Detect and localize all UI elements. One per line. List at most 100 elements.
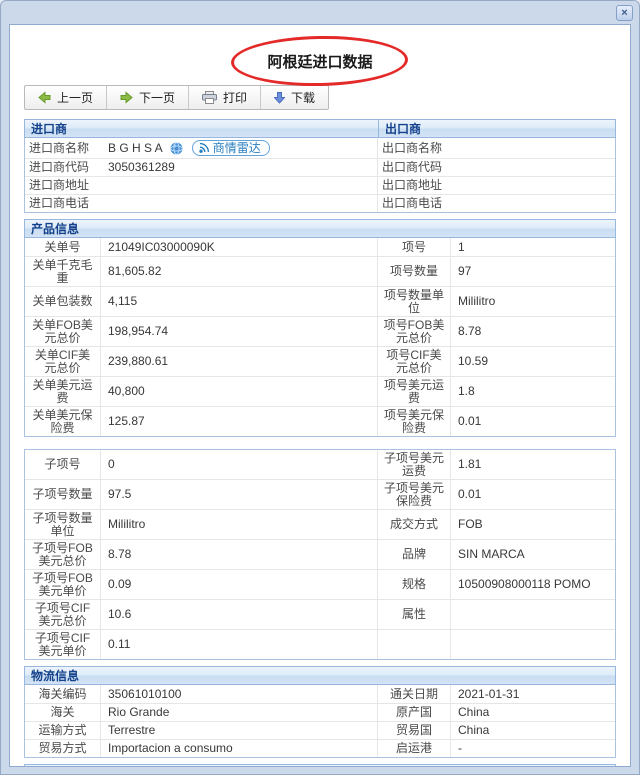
- field-label: 通关日期: [378, 685, 451, 703]
- field-value: 4,115: [101, 287, 378, 316]
- field-label: 启运港: [378, 740, 451, 757]
- table-row: 子项号FOB美元总价 8.78 品牌 SIN MARCA: [25, 539, 615, 569]
- field-label: 关单CIF美元总价: [25, 347, 101, 376]
- field-value: Terrestre: [101, 722, 378, 739]
- field-value: [451, 630, 615, 659]
- toolbar: 上一页 下一页 打印 下载: [24, 85, 330, 110]
- field-value: Mililitro: [101, 510, 378, 539]
- importer-exporter-table: 进口商名称 B G H S A 商情雷达 出口商名称 进口商代码 3050361…: [24, 138, 616, 213]
- table-gap: [24, 437, 616, 449]
- globe-icon[interactable]: [169, 141, 183, 155]
- field-label: 子项号美元保险费: [378, 480, 451, 509]
- field-value: 2021-01-31: [458, 686, 520, 701]
- field-value: B G H S A 商情雷达: [101, 138, 378, 158]
- field-value: 97: [458, 264, 472, 279]
- download-button[interactable]: 下载: [261, 86, 328, 109]
- field-label: 海关编码: [25, 685, 101, 703]
- field-label: 项号数量单位: [378, 287, 451, 316]
- field-value: 10.6: [101, 600, 378, 629]
- importer-exporter-header: 进口商 出口商: [24, 119, 616, 138]
- description-section: 描述 海关编码描述 EN ENVASES DE PESO NETO INFERI…: [24, 764, 616, 766]
- field-value: 0.11: [101, 630, 378, 659]
- field-value: 1: [458, 239, 465, 254]
- table-row: 进口商地址 出口商地址: [25, 176, 615, 194]
- field-value: [451, 138, 615, 158]
- field-value: 97.5: [101, 480, 378, 509]
- content-panel: 阿根廷进口数据 上一页 下一页 打印 下载 进口商 出口商 进口商名称 B G …: [9, 24, 631, 767]
- exporter-header: 出口商: [385, 122, 422, 136]
- field-label: 关单FOB美元总价: [25, 317, 101, 346]
- table-row: 关单美元保险费 125.87 项号美元保险费 0.01: [25, 406, 615, 436]
- product-table-a: 关单号 21049IC03000090K 项号 1 关单千克毛重 81,605.…: [24, 238, 616, 437]
- field-label: 出口商名称: [382, 140, 443, 155]
- field-value: -: [458, 741, 462, 756]
- table-row: 关单千克毛重 81,605.82 项号数量 97: [25, 256, 615, 286]
- close-icon[interactable]: ×: [616, 5, 633, 21]
- field-value: 1.8: [458, 384, 475, 399]
- field-label: 项号数量: [378, 257, 451, 286]
- field-label: 关单美元保险费: [25, 407, 101, 436]
- field-label: 进口商名称: [29, 140, 90, 155]
- dialog-window: × 阿根廷进口数据 上一页 下一页 打印 下载 进口商 出口商 进口商名称 B …: [0, 0, 640, 775]
- importer-header: 进口商: [25, 120, 379, 137]
- field-label: 出口商代码: [382, 160, 443, 175]
- field-value: SIN MARCA: [458, 547, 525, 562]
- field-label: 关单包装数: [25, 287, 101, 316]
- field-label: 子项号CIF美元总价: [25, 600, 101, 629]
- field-label: [378, 630, 451, 659]
- field-label: 运输方式: [25, 722, 101, 739]
- download-label: 下载: [291, 91, 316, 105]
- logistics-section: 物流信息 海关编码 35061010100 通关日期 2021-01-31 海关…: [24, 666, 616, 758]
- prev-page-button[interactable]: 上一页: [25, 86, 108, 109]
- importer-name: B G H S A: [108, 140, 163, 155]
- field-label: 原产国: [378, 704, 451, 721]
- field-value: Mililitro: [458, 294, 496, 309]
- importer-exporter-section: 进口商 出口商 进口商名称 B G H S A 商情雷达 出口商名称 进口商代码…: [24, 119, 616, 213]
- print-button[interactable]: 打印: [189, 86, 262, 109]
- field-label: 贸易国: [378, 722, 451, 739]
- field-value: 10500908000118 POMO: [458, 577, 591, 592]
- field-label: 进口商代码: [29, 160, 90, 175]
- table-row: 子项号FOB美元单价 0.09 规格 10500908000118 POMO: [25, 569, 615, 599]
- field-value: [101, 177, 378, 194]
- field-label: 项号CIF美元总价: [378, 347, 451, 376]
- next-page-label: 下一页: [139, 91, 176, 105]
- field-label: 出口商电话: [382, 196, 443, 211]
- table-row: 子项号数量 97.5 子项号美元保险费 0.01: [25, 479, 615, 509]
- table-row: 子项号 0 子项号美元运费 1.81: [25, 450, 615, 479]
- field-label: 项号美元保险费: [378, 407, 451, 436]
- table-row: 关单CIF美元总价 239,880.61 项号CIF美元总价 10.59: [25, 346, 615, 376]
- field-value: [101, 195, 378, 212]
- table-row: 贸易方式 Importacion a consumo 启运港 -: [25, 739, 615, 757]
- field-value: 8.78: [458, 324, 482, 339]
- field-value: FOB: [458, 517, 483, 532]
- radar-icon: [198, 142, 209, 153]
- table-row: 子项号CIF美元单价 0.11: [25, 629, 615, 659]
- field-label: 子项号CIF美元单价: [25, 630, 101, 659]
- field-label: 品牌: [378, 540, 451, 569]
- radar-badge[interactable]: 商情雷达: [191, 140, 270, 156]
- product-table-b: 子项号 0 子项号美元运费 1.81 子项号数量 97.5 子项号美元保险费 0…: [24, 449, 616, 660]
- field-value: 0.01: [458, 414, 482, 429]
- field-label: 项号: [378, 238, 451, 256]
- table-row: 关单号 21049IC03000090K 项号 1: [25, 238, 615, 256]
- field-label: 规格: [378, 570, 451, 599]
- field-value: Importacion a consumo: [101, 740, 378, 757]
- table-row: 进口商电话 出口商电话: [25, 194, 615, 212]
- field-label: 成交方式: [378, 510, 451, 539]
- field-value: 3050361289: [101, 159, 378, 176]
- printer-icon: [202, 91, 218, 104]
- field-label: 关单号: [25, 238, 101, 256]
- page-title: 阿根廷进口数据: [267, 54, 373, 71]
- table-row: 子项号数量单位 Mililitro 成交方式 FOB: [25, 509, 615, 539]
- field-value: [451, 159, 615, 176]
- arrow-down-icon: [274, 91, 286, 104]
- table-row: 关单美元运费 40,800 项号美元运费 1.8: [25, 376, 615, 406]
- table-row: 子项号CIF美元总价 10.6 属性: [25, 599, 615, 629]
- field-label: 贸易方式: [25, 740, 101, 757]
- field-value: China: [458, 723, 490, 738]
- table-row: 进口商名称 B G H S A 商情雷达 出口商名称: [25, 138, 615, 158]
- field-value: 21049IC03000090K: [101, 238, 378, 256]
- next-page-button[interactable]: 下一页: [107, 86, 190, 109]
- field-label: 子项号数量单位: [25, 510, 101, 539]
